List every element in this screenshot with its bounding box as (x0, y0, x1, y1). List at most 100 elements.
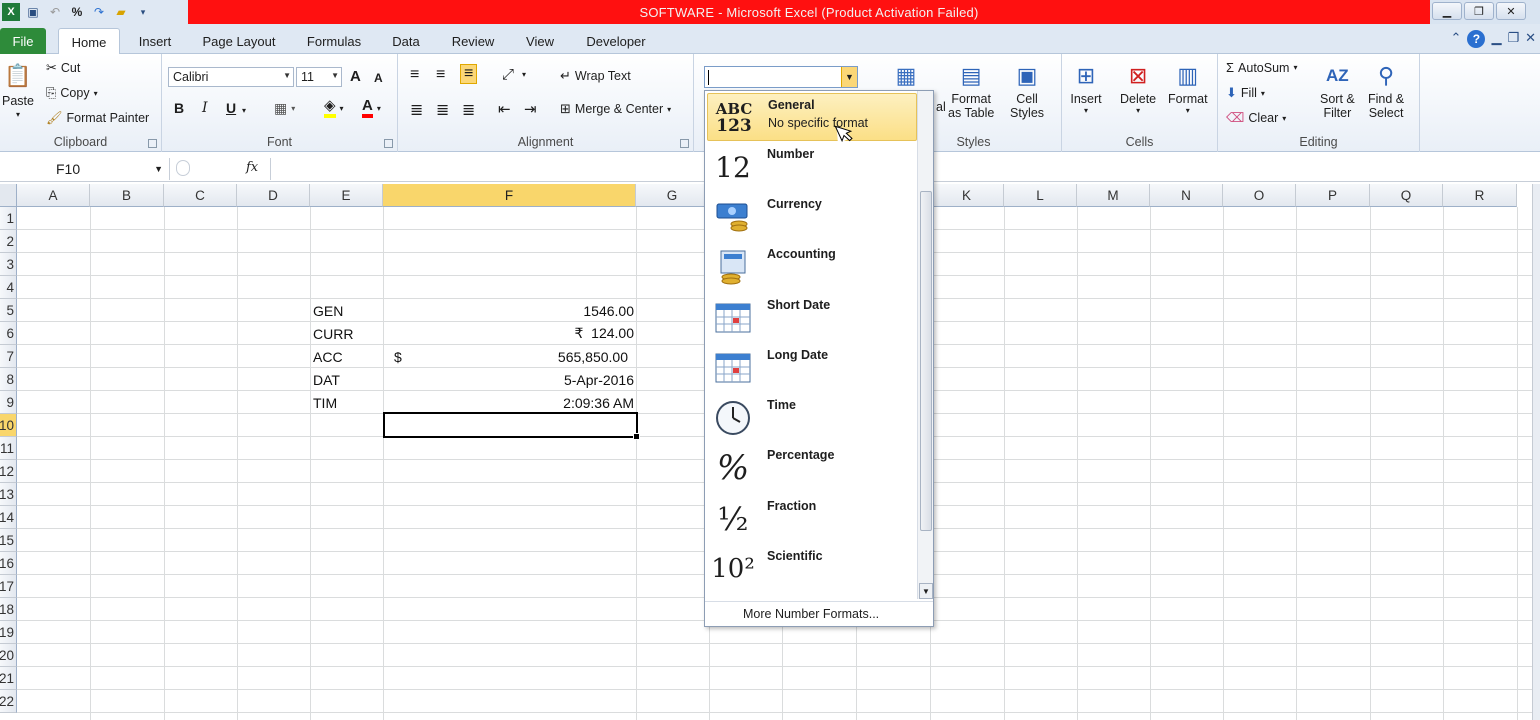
column-header-B[interactable]: B (90, 184, 164, 207)
delete-cells-button[interactable]: ⊠ Delete ▾ (1120, 60, 1156, 115)
copy-button[interactable]: ⎘ Copy ▾ (46, 85, 98, 101)
row-header-8[interactable]: 8 (0, 368, 17, 391)
row-header-20[interactable]: 20 (0, 644, 17, 667)
column-header-K[interactable]: K (930, 184, 1004, 207)
vertical-scrollbar[interactable] (1532, 184, 1540, 720)
autosum-button[interactable]: Σ AutoSum ▾ (1226, 60, 1297, 75)
fill-button[interactable]: ⬇ Fill ▾ (1226, 85, 1265, 101)
more-number-formats-link[interactable]: More Number Formats... (705, 601, 933, 626)
dialog-launcher-icon[interactable] (148, 139, 157, 148)
row-header-13[interactable]: 13 (0, 483, 17, 506)
save-icon[interactable]: ▣ (24, 3, 42, 21)
format-painter-button[interactable]: 🖌 Format Painter (46, 110, 149, 126)
fill-color-button[interactable]: ◈ ▾ (324, 98, 344, 118)
format-menu-scrollbar[interactable]: ▼ (917, 91, 933, 599)
chevron-down-icon[interactable]: ▾ (242, 106, 246, 115)
dialog-launcher-icon[interactable] (680, 139, 689, 148)
format-option-currency[interactable]: Currency (707, 193, 917, 241)
column-header-P[interactable]: P (1296, 184, 1370, 207)
tab-data[interactable]: Data (386, 28, 426, 54)
row-header-10[interactable]: 10 (0, 414, 17, 437)
cell-E7[interactable]: ACC (313, 345, 383, 368)
tab-page-layout[interactable]: Page Layout (196, 28, 282, 54)
number-format-combo[interactable]: ▼ (704, 66, 858, 88)
tab-review[interactable]: Review (446, 28, 500, 54)
column-header-E[interactable]: E (310, 184, 383, 207)
row-header-2[interactable]: 2 (0, 230, 17, 253)
column-header-M[interactable]: M (1077, 184, 1150, 207)
cell-styles-button[interactable]: ▣ Cell Styles (1010, 60, 1044, 120)
align-middle-icon[interactable]: ≡ (436, 66, 445, 84)
cut-button[interactable]: ✂ Cut (46, 60, 80, 76)
align-right-icon[interactable]: ≣ (462, 100, 475, 120)
workbook-minimize-icon[interactable]: ▁ (1491, 30, 1501, 48)
row-header-15[interactable]: 15 (0, 529, 17, 552)
chevron-down-icon[interactable]: ▼ (841, 67, 857, 87)
row-header-9[interactable]: 9 (0, 391, 17, 414)
minimize-icon[interactable]: ▁ (1432, 2, 1462, 20)
tab-view[interactable]: View (518, 28, 562, 54)
row-header-18[interactable]: 18 (0, 598, 17, 621)
row-header-12[interactable]: 12 (0, 460, 17, 483)
cell-F7[interactable]: 565,850.00 (420, 345, 628, 368)
format-option-scientific[interactable]: 10² Scientific (707, 545, 917, 593)
format-option-general[interactable]: ABC 123 General No specific format (707, 93, 917, 141)
expand-handle-icon[interactable] (176, 160, 190, 176)
cell-E5[interactable]: GEN (313, 299, 383, 322)
cell-E6[interactable]: CURR (313, 322, 383, 345)
column-header-G[interactable]: G (636, 184, 709, 207)
font-size-select[interactable]: 11 ▼ (296, 67, 342, 87)
row-header-16[interactable]: 16 (0, 552, 17, 575)
row-header-11[interactable]: 11 (0, 437, 17, 460)
row-header-21[interactable]: 21 (0, 667, 17, 690)
dialog-launcher-icon[interactable] (384, 139, 393, 148)
tab-home[interactable]: Home (58, 28, 120, 55)
sort-filter-button[interactable]: AZ Sort & Filter (1320, 60, 1355, 120)
clear-button[interactable]: ⌫ Clear ▾ (1226, 110, 1286, 126)
cell-E9[interactable]: TIM (313, 391, 383, 414)
help-icon[interactable]: ? (1467, 30, 1486, 48)
insert-cells-button[interactable]: ⊞ Insert ▾ (1070, 60, 1102, 115)
align-bottom-icon[interactable]: ≡ (460, 64, 478, 84)
format-option-fraction[interactable]: ½ Fraction (707, 495, 917, 543)
column-header-C[interactable]: C (164, 184, 237, 207)
tab-file[interactable]: File (0, 28, 46, 54)
format-option-time[interactable]: Time (707, 394, 917, 442)
cell-E8[interactable]: DAT (313, 368, 383, 391)
row-header-5[interactable]: 5 (0, 299, 17, 322)
column-header-N[interactable]: N (1150, 184, 1223, 207)
bold-button[interactable]: B (174, 100, 184, 116)
column-header-F[interactable]: F (383, 184, 636, 207)
column-header-L[interactable]: L (1004, 184, 1077, 207)
minimize-ribbon-icon[interactable]: ⌃ (1451, 30, 1462, 48)
active-cell-F10[interactable] (383, 412, 640, 440)
font-color-button[interactable]: A ▾ (362, 98, 381, 118)
cell-F9[interactable]: 2:09:36 AM (386, 391, 634, 414)
row-header-17[interactable]: 17 (0, 575, 17, 598)
select-all-corner[interactable] (0, 184, 17, 207)
tab-formulas[interactable]: Formulas (298, 28, 370, 54)
grow-font-button[interactable]: A (350, 68, 361, 85)
shrink-font-button[interactable]: A (374, 71, 383, 85)
format-option-short-date[interactable]: Short Date (707, 294, 917, 342)
row-header-19[interactable]: 19 (0, 621, 17, 644)
column-header-O[interactable]: O (1223, 184, 1296, 207)
align-left-icon[interactable]: ≣ (410, 100, 423, 120)
undo-icon[interactable]: ↶ (46, 3, 64, 21)
column-header-A[interactable]: A (17, 184, 90, 207)
find-select-button[interactable]: ⚲ Find & Select (1368, 60, 1404, 120)
row-header-1[interactable]: 1 (0, 207, 17, 230)
orientation-icon[interactable]: ⤢ (502, 66, 514, 83)
format-cells-button[interactable]: ▥ Format ▾ (1168, 60, 1208, 115)
decrease-indent-icon[interactable]: ⇤ (498, 100, 511, 118)
chevron-down-icon[interactable]: ▼ (154, 164, 163, 174)
conditional-formatting-button[interactable]: ▦ (890, 60, 922, 92)
row-header-4[interactable]: 4 (0, 276, 17, 299)
tab-insert[interactable]: Insert (128, 28, 182, 54)
merge-center-button[interactable]: ⊞ Merge & Center ▾ (560, 101, 671, 117)
close-icon[interactable]: ✕ (1496, 2, 1526, 20)
cell-F6[interactable]: ₹ 124.00 (386, 322, 634, 345)
open-icon[interactable]: ▰ (112, 3, 130, 21)
tab-developer[interactable]: Developer (580, 28, 652, 54)
cell-F8[interactable]: 5-Apr-2016 (386, 368, 634, 391)
